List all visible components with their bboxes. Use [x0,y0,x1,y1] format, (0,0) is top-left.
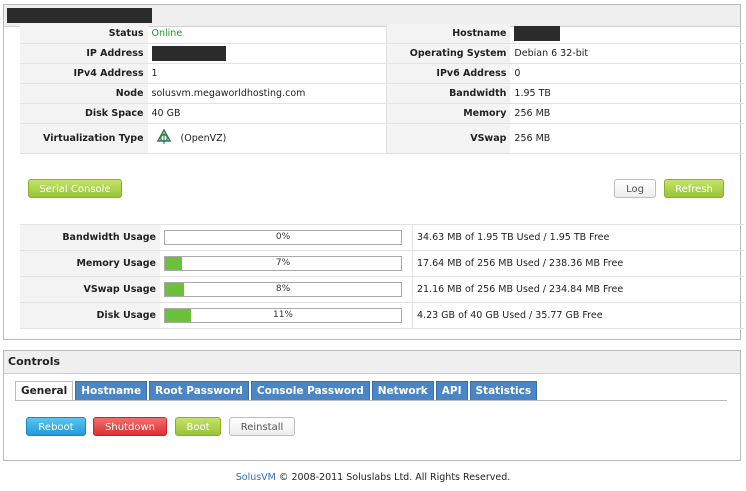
boot-button[interactable]: Boot [175,417,221,436]
reboot-button[interactable]: Reboot [26,417,86,436]
progress-percent: 11% [272,310,293,320]
ipv6-label: IPv6 Address [386,63,511,84]
virtualization-text: (OpenVZ) [180,133,227,144]
disk-space-value: 40 GB [147,103,387,124]
usage-row: VSwap Usage 8% 21.16 MB of 256 MB Used / 2… [20,276,744,303]
ipv4-value: 1 [147,63,387,84]
progress-bar: 11% [164,308,402,323]
status-value: Online [147,24,387,44]
progress-bar: 8% [164,282,402,297]
usage-bar-cell: 11% [160,302,413,329]
info-row: IPv4 Address 1 IPv6 Address 0 [20,63,744,84]
info-row: Status Online Hostname [20,24,744,44]
footer-copyright: © 2008-2011 Soluslabs Ltd. All Rights Re… [278,472,511,483]
ip-address-label: IP Address [20,43,148,64]
hostname-redacted [514,26,561,41]
os-value: Debian 6 32-bit [510,43,744,64]
general-tab-pane: Reboot Shutdown Boot Reinstall [15,400,727,447]
ipv4-label: IPv4 Address [20,63,148,84]
server-title-redacted [7,8,152,23]
hostname-label: Hostname [386,24,511,44]
footer: SolusVM © 2008-2011 Soluslabs Ltd. All R… [0,472,746,483]
vswap-label: VSwap [386,123,511,154]
usage-row: Memory Usage 7% 17.64 MB of 256 MB Used / … [20,250,744,277]
controls-tabs: General Hostname Root Password Console Pass… [15,381,538,401]
memory-label: Memory [386,103,511,124]
virtualization-label: Virtualization Type [20,123,148,154]
usage-detail: 4.23 GB of 40 GB Used / 35.77 GB Free [412,302,744,329]
progress-bar: 7% [164,256,402,271]
os-label: Operating System [386,43,511,64]
openvz-icon [156,128,172,148]
log-button[interactable]: Log [614,179,656,198]
progress-percent: 8% [275,284,291,294]
usage-row: Bandwidth Usage 0% 34.63 MB of 1.95 TB Use… [20,224,744,251]
tab-general[interactable]: General [15,381,74,401]
tab-network[interactable]: Network [371,381,434,400]
footer-brand-link[interactable]: SolusVM [236,472,276,483]
tab-hostname[interactable]: Hostname [75,381,148,400]
shutdown-button[interactable]: Shutdown [93,417,167,436]
node-value: solusvm.megaworldhosting.com [147,83,387,104]
usage-label: Disk Usage [20,302,160,329]
disk-space-label: Disk Space [20,103,148,124]
ip-address-redacted [151,46,226,61]
progress-bar: 0% [164,230,402,245]
memory-value: 256 MB [510,103,744,124]
controls-panel-header: Controls [4,351,740,374]
bandwidth-label: Bandwidth [386,83,511,104]
usage-row: Disk Usage 11% 4.23 GB of 40 GB Used / 35.… [20,302,744,329]
usage-label: Memory Usage [20,250,160,277]
info-row: IP Address Operating System Debian 6 32-… [20,43,744,64]
usage-label: Bandwidth Usage [20,224,160,251]
vswap-value: 256 MB [510,123,744,154]
bandwidth-value: 1.95 TB [510,83,744,104]
node-label: Node [20,83,148,104]
progress-percent: 7% [275,258,291,268]
server-info-table: Status Online Hostname IP Address Operat… [20,24,744,154]
usage-bar-cell: 0% [160,224,413,251]
tab-api[interactable]: API [435,381,468,400]
virtualization-value: (OpenVZ) [147,123,387,154]
serial-console-button[interactable]: Serial Console [28,179,122,198]
ipv6-value: 0 [510,63,744,84]
usage-detail: 34.63 MB of 1.95 TB Used / 1.95 TB Free [412,224,744,251]
usage-bar-cell: 8% [160,276,413,303]
usage-table: Bandwidth Usage 0% 34.63 MB of 1.95 TB Use… [20,224,744,329]
tab-statistics[interactable]: Statistics [469,381,538,400]
usage-detail: 21.16 MB of 256 MB Used / 234.84 MB Free [412,276,744,303]
server-panel: Status Online Hostname IP Address Operat… [3,4,744,340]
tab-root-password[interactable]: Root Password [149,381,249,400]
progress-percent: 0% [275,232,291,242]
info-row: Virtualization Type (OpenVZ) VSwap 256 M… [20,123,744,154]
controls-panel: Controls General Hostname Root Password Con… [3,350,741,461]
usage-bar-cell: 7% [160,250,413,277]
ip-address-value [147,43,387,64]
reinstall-button[interactable]: Reinstall [229,417,295,436]
info-row: Node solusvm.megaworldhosting.com Bandwi… [20,83,744,104]
usage-detail: 17.64 MB of 256 MB Used / 238.36 MB Free [412,250,744,277]
hostname-value [510,24,744,44]
usage-label: VSwap Usage [20,276,160,303]
info-row: Disk Space 40 GB Memory 256 MB [20,103,744,124]
refresh-button[interactable]: Refresh [664,179,724,198]
status-label: Status [20,24,148,44]
controls-title: Controls [8,355,61,368]
tab-console-password[interactable]: Console Password [250,381,370,400]
